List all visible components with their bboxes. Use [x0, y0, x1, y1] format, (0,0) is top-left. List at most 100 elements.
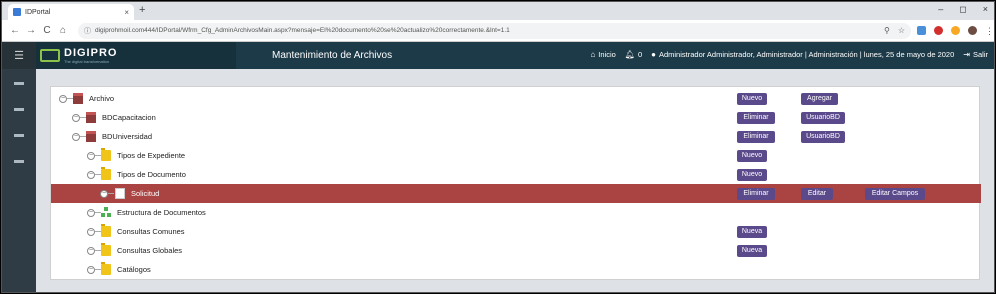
- main-content: − Archivo Nuevo Agregar − BDCapacitacion…: [36, 69, 994, 292]
- collapse-toggle-icon[interactable]: −: [59, 94, 67, 103]
- nuevo-button[interactable]: Nuevo: [737, 168, 767, 181]
- extensions: ⋮: [917, 26, 994, 36]
- tree-row-bdcapacitacion: − BDCapacitacion Eliminar UsuarioBD: [51, 108, 981, 127]
- reload-icon[interactable]: C: [40, 25, 54, 36]
- folder-icon: [101, 167, 111, 180]
- user-icon: ●: [651, 50, 656, 59]
- address-bar: ← → C ⌂ ⓘ digiprohmoil.com444/IDPortal/W…: [2, 20, 994, 42]
- notification-count: 0: [637, 50, 643, 59]
- collapse-toggle-icon[interactable]: −: [72, 132, 80, 141]
- nuevo-button[interactable]: Nuevo: [737, 92, 767, 105]
- tree-row-tipos-documento: − Tipos de Documento Nuevo: [51, 165, 981, 184]
- home-label: Inicio: [598, 50, 616, 59]
- logo-text: DIGIPRO: [64, 47, 118, 59]
- bookmark-star-icon[interactable]: ☆: [898, 26, 905, 35]
- nuevo-button[interactable]: Nuevo: [737, 149, 767, 162]
- tab-title: IDPortal: [25, 8, 51, 16]
- user-text: Administrador Administrador, Administrad…: [658, 50, 955, 59]
- collapse-toggle-icon[interactable]: −: [87, 170, 95, 179]
- user-info[interactable]: ● Administrador Administrador, Administra…: [651, 50, 954, 59]
- collapse-toggle-icon[interactable]: −: [87, 151, 95, 160]
- url-field[interactable]: ⓘ digiprohmoil.com444/IDPortal/Wfrm_Cfg_…: [78, 22, 911, 39]
- maximize-button[interactable]: ◻: [959, 4, 966, 15]
- bell-icon: 🔔︎: [624, 50, 635, 59]
- info-icon[interactable]: ⓘ: [84, 26, 91, 36]
- eliminar-button[interactable]: Eliminar: [737, 187, 775, 200]
- folder-icon: [101, 224, 111, 237]
- home-link[interactable]: ⌂ Inicio: [590, 50, 615, 59]
- tree-row-bduniversidad: − BDUniversidad Eliminar UsuarioBD: [51, 127, 981, 146]
- logout-icon: ⇥: [963, 50, 970, 59]
- browser-window: IDPortal × + – ◻ × ← → C ⌂ ⓘ digiprohmoi…: [1, 1, 995, 293]
- side-nav: ▬ ▬ ▬ ▬: [2, 69, 36, 292]
- eliminar-button[interactable]: Eliminar: [737, 111, 775, 124]
- editar-campos-button[interactable]: Editar Campos: [865, 187, 925, 200]
- forward-icon[interactable]: →: [24, 25, 38, 36]
- briefcase-icon[interactable]: ▬: [2, 95, 36, 121]
- menu-kebab-icon[interactable]: ⋮: [985, 26, 994, 36]
- folder-icon: [101, 262, 111, 275]
- browser-tab[interactable]: IDPortal ×: [8, 4, 134, 20]
- archive-box-icon: [73, 93, 83, 104]
- tree-row-tipos-expediente: − Tipos de Expediente Nuevo: [51, 146, 981, 165]
- hamburger-menu-icon[interactable]: ☰: [2, 42, 36, 69]
- tree-node-label[interactable]: Tipos de Expediente: [117, 151, 185, 160]
- favicon-icon: [13, 8, 21, 16]
- back-icon[interactable]: ←: [8, 25, 22, 36]
- nueva-button[interactable]: Nueva: [737, 225, 767, 238]
- window-controls: – ◻ ×: [938, 4, 988, 15]
- close-window-button[interactable]: ×: [983, 4, 988, 15]
- logo-subtitle: The digital transformation: [64, 59, 110, 64]
- hierarchy-icon: [101, 207, 111, 218]
- tree-node-label[interactable]: Archivo: [89, 94, 114, 103]
- usuariobd-button[interactable]: UsuarioBD: [801, 111, 845, 124]
- collapse-toggle-icon[interactable]: −: [87, 208, 95, 217]
- url-text: digiprohmoil.com444/IDPortal/Wfrm_Cfg_Ad…: [95, 27, 510, 34]
- tree-node-label[interactable]: Estructura de Documentos: [117, 208, 206, 217]
- home-icon: ⌂: [590, 50, 596, 59]
- tab-strip: IDPortal × + – ◻ ×: [2, 2, 994, 20]
- folder-icon: [101, 243, 111, 256]
- extension-icon[interactable]: [917, 26, 926, 35]
- tree-row-estructura: − Estructura de Documentos: [51, 203, 981, 222]
- tree-node-label[interactable]: Catálogos: [117, 265, 151, 274]
- extension-icon[interactable]: [951, 26, 960, 35]
- tree-row-solicitud[interactable]: − Solicitud Eliminar Editar Editar Campo…: [51, 184, 981, 203]
- tree-node-label[interactable]: Solicitud: [131, 189, 159, 198]
- database-icon: [86, 112, 96, 123]
- tree-node-label[interactable]: Consultas Comunes: [117, 227, 185, 236]
- minimize-button[interactable]: –: [938, 4, 943, 15]
- extension-icon[interactable]: [934, 26, 943, 35]
- app-header: ☰ DIGIPRO The digital transformation Man…: [2, 42, 994, 69]
- tree-node-label[interactable]: BDUniversidad: [102, 132, 152, 141]
- usuariobd-button[interactable]: UsuarioBD: [801, 130, 845, 143]
- nueva-button[interactable]: Nueva: [737, 244, 767, 257]
- drive-icon[interactable]: ▬: [2, 69, 36, 95]
- logout-link[interactable]: ⇥ Salir: [963, 50, 988, 59]
- collapse-toggle-icon[interactable]: −: [72, 113, 80, 122]
- editar-button[interactable]: Editar: [801, 187, 833, 200]
- database-icon: [86, 131, 96, 142]
- tab-close-icon[interactable]: ×: [124, 8, 129, 17]
- logo: DIGIPRO The digital transformation: [36, 42, 236, 69]
- drive-icon[interactable]: ▬: [2, 121, 36, 147]
- collapse-toggle-icon[interactable]: −: [100, 189, 108, 198]
- agregar-button[interactable]: Agregar: [801, 92, 838, 105]
- zoom-icon[interactable]: ⚲: [884, 26, 890, 35]
- page-title: Mantenimiento de Archivos: [272, 50, 393, 61]
- eliminar-button[interactable]: Eliminar: [737, 130, 775, 143]
- document-icon: [115, 188, 125, 199]
- collapse-toggle-icon[interactable]: −: [87, 265, 95, 274]
- tree-node-label[interactable]: Consultas Globales: [117, 246, 182, 255]
- new-tab-button[interactable]: +: [139, 4, 145, 16]
- tree-connector: [108, 193, 114, 194]
- profile-avatar[interactable]: [968, 26, 977, 35]
- collapse-toggle-icon[interactable]: −: [87, 227, 95, 236]
- tree-node-label[interactable]: BDCapacitacion: [102, 113, 156, 122]
- logo-mark-icon: [40, 49, 60, 62]
- home-icon[interactable]: ⌂: [56, 25, 70, 36]
- drive-icon[interactable]: ▬: [2, 147, 36, 173]
- notifications[interactable]: 🔔︎ 0: [625, 50, 642, 59]
- tree-node-label[interactable]: Tipos de Documento: [117, 170, 186, 179]
- collapse-toggle-icon[interactable]: −: [87, 246, 95, 255]
